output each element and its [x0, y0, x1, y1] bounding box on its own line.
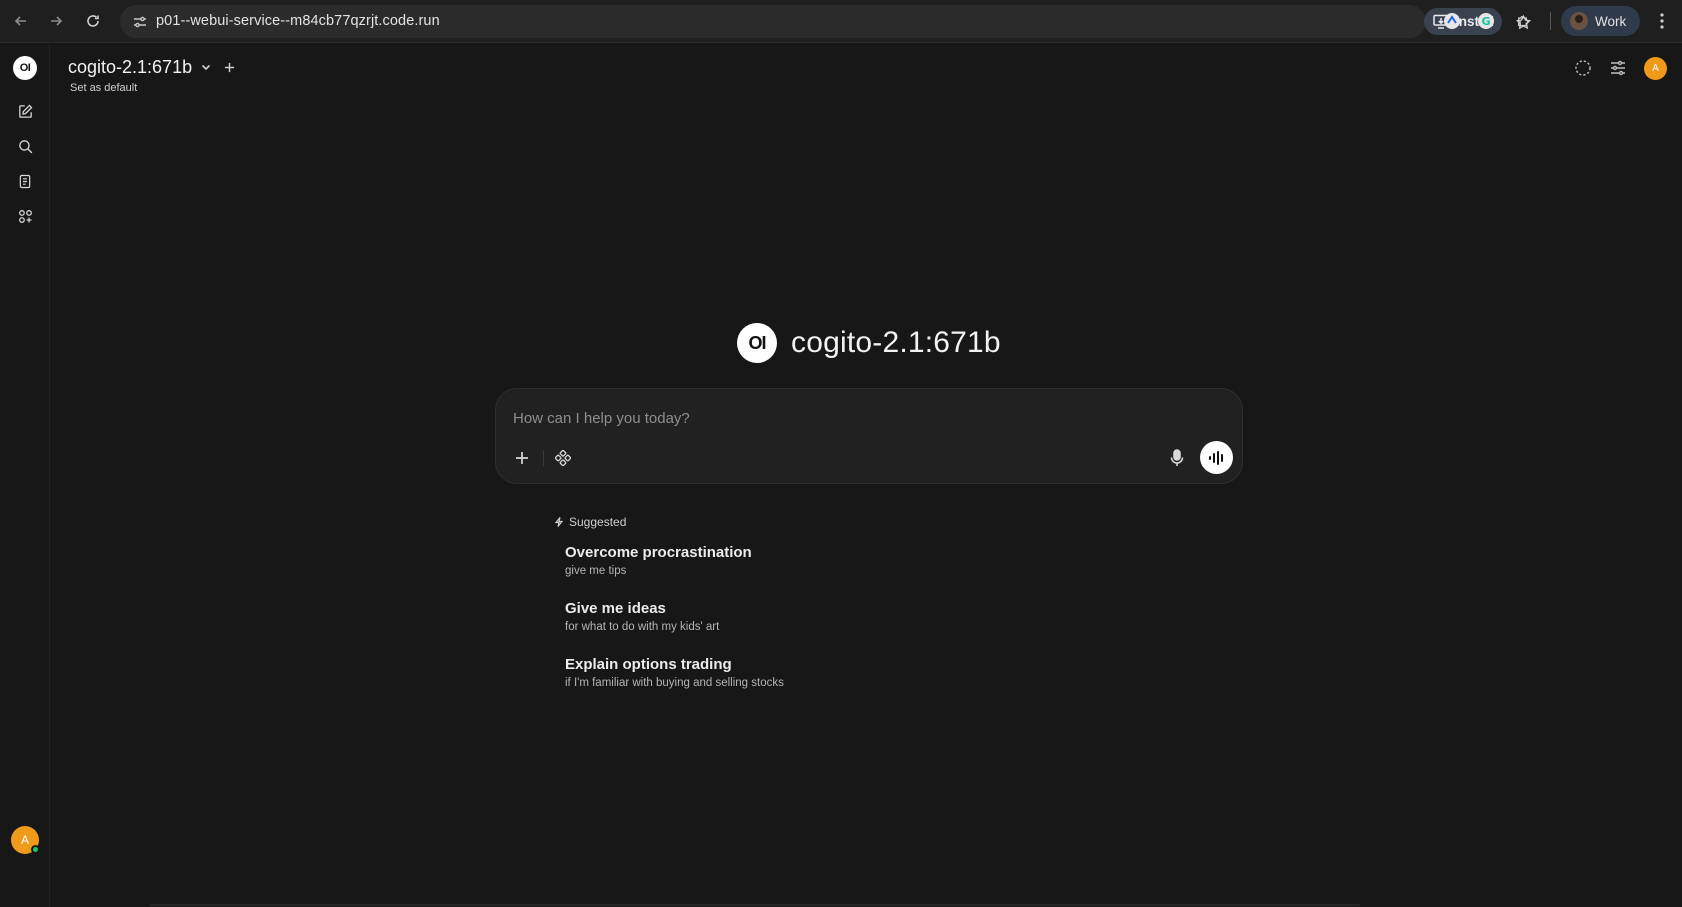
model-name[interactable]: cogito-2.1:671b [68, 57, 192, 78]
browser-toolbar: p01--webui-service--m84cb77qzrjt.code.ru… [0, 0, 1682, 43]
model-hero: OI cogito-2.1:671b [737, 322, 1001, 364]
add-model-icon[interactable] [224, 62, 235, 73]
chat-input[interactable] [513, 407, 1213, 429]
add-attachment-icon[interactable] [509, 445, 535, 471]
suggestion-item[interactable]: Give me ideas for what to do with my kid… [565, 600, 719, 633]
apps-icon[interactable] [13, 204, 37, 228]
suggestion-item[interactable]: Overcome procrastination give me tips [565, 544, 752, 577]
reload-icon[interactable] [81, 9, 105, 33]
extension-icon[interactable] [1441, 10, 1463, 32]
profile-avatar [1570, 12, 1588, 30]
new-chat-icon[interactable] [13, 99, 37, 123]
model-selector[interactable]: cogito-2.1:671b [68, 54, 235, 80]
suggestion-item[interactable]: Explain options trading if I'm familiar … [565, 656, 784, 689]
site-info-icon[interactable] [128, 10, 151, 33]
voice-mode-button[interactable] [1200, 441, 1233, 474]
suggestion-title: Explain options trading [565, 656, 732, 673]
suggestion-subtitle: if I'm familiar with buying and selling … [565, 677, 784, 689]
prompt-divider [543, 450, 544, 466]
suggestion-subtitle: for what to do with my kids' art [565, 621, 720, 633]
menu-kebab-icon[interactable] [1652, 10, 1672, 32]
chat-input-box [495, 388, 1243, 484]
online-status-dot [31, 845, 40, 854]
bottom-scroll-edge [150, 904, 1360, 906]
suggestion-title: Give me ideas [565, 600, 666, 617]
search-icon[interactable] [13, 134, 37, 158]
suggested-heading: Suggested [554, 514, 626, 530]
model-logo: OI [737, 323, 777, 363]
address-bar[interactable]: p01--webui-service--m84cb77qzrjt.code.ru… [120, 5, 1531, 38]
header-user-avatar[interactable]: A [1644, 57, 1667, 80]
profile-button[interactable]: Work [1561, 6, 1640, 36]
profile-label: Work [1595, 13, 1627, 29]
suggestion-subtitle: give me tips [565, 565, 627, 577]
chevron-down-icon[interactable] [200, 61, 212, 73]
url-text[interactable]: p01--webui-service--m84cb77qzrjt.code.ru… [156, 13, 440, 29]
model-title: cogito-2.1:671b [791, 326, 1001, 359]
svg-text:G: G [1481, 15, 1490, 28]
sparkle-icon [554, 517, 564, 527]
notes-icon[interactable] [13, 169, 37, 193]
puzzle-icon[interactable] [1513, 10, 1535, 32]
suggested-label: Suggested [569, 515, 627, 529]
sidebar-rail: OI A [0, 44, 50, 907]
audio-waveform-icon [1208, 450, 1223, 465]
temporary-chat-icon[interactable] [1572, 57, 1594, 79]
toolbar-divider [1550, 12, 1551, 30]
tools-icon[interactable] [550, 445, 576, 471]
back-icon[interactable] [9, 9, 33, 33]
microphone-icon[interactable] [1164, 445, 1190, 471]
set-as-default-link[interactable]: Set as default [70, 82, 137, 94]
grammarly-icon[interactable]: G [1475, 10, 1497, 32]
forward-icon[interactable] [44, 9, 68, 33]
app-logo[interactable]: OI [13, 56, 37, 80]
controls-sliders-icon[interactable] [1607, 57, 1629, 79]
suggestion-title: Overcome procrastination [565, 544, 752, 561]
